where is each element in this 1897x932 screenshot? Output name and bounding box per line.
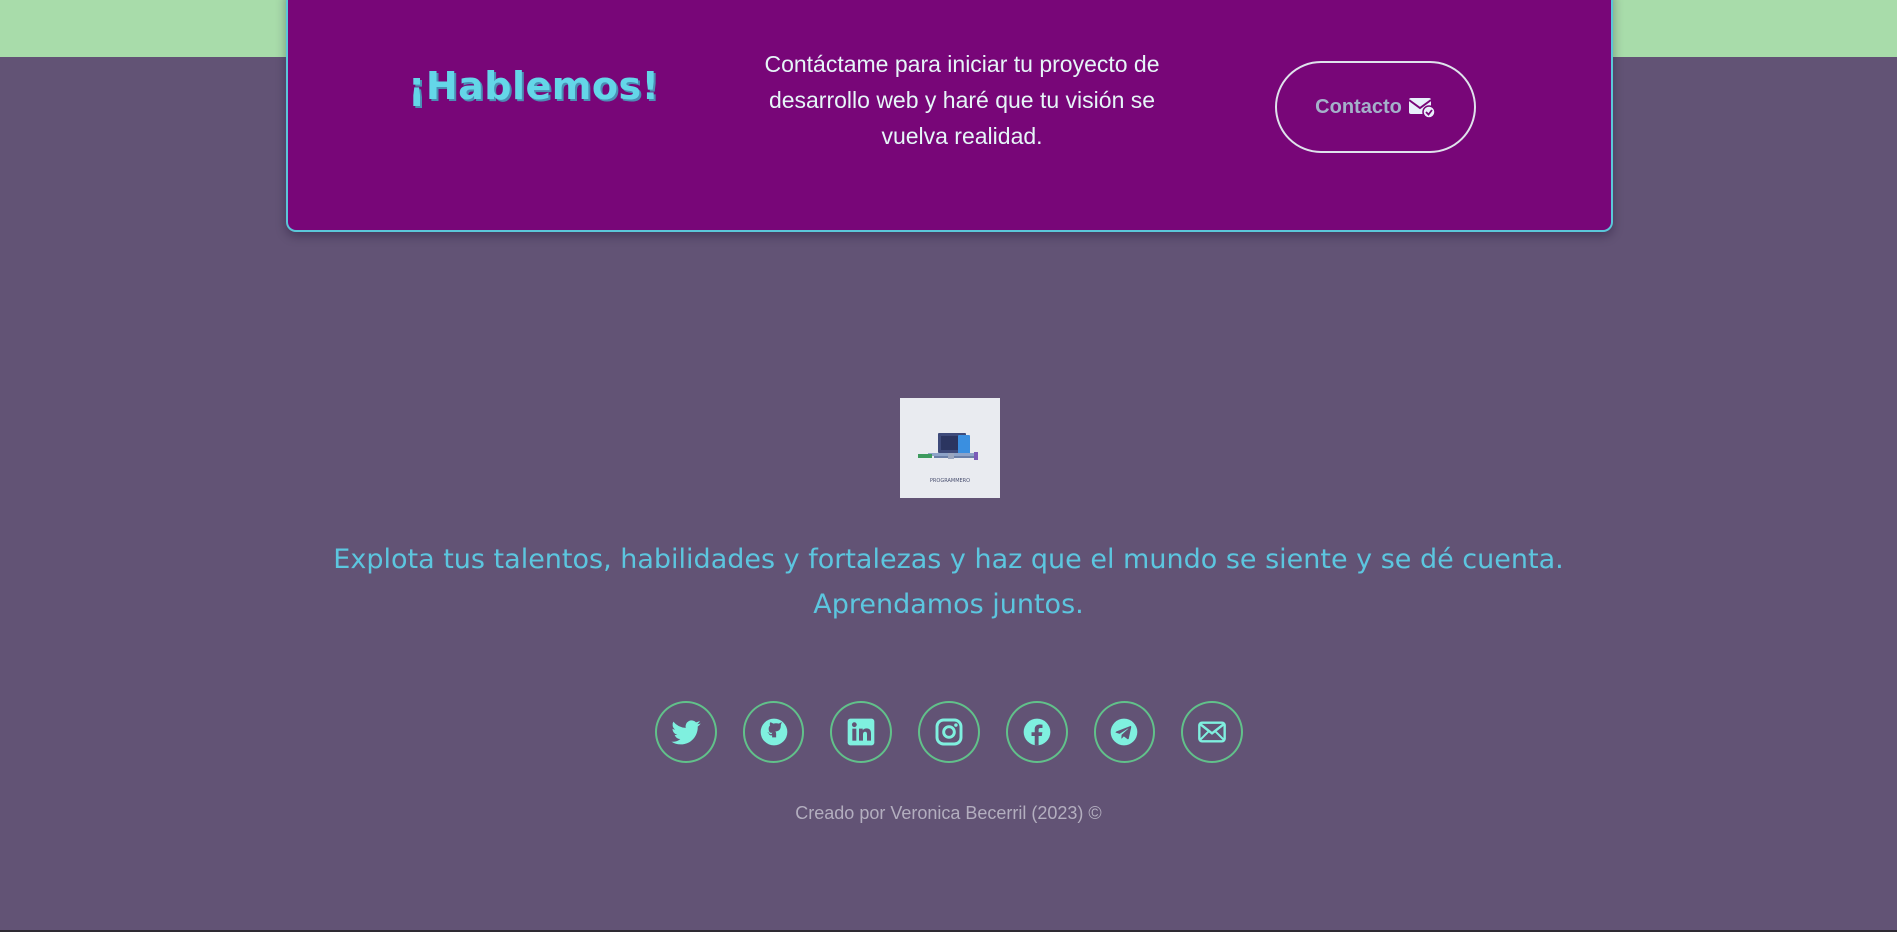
cta-title: ¡Hablemos! (408, 64, 660, 108)
tagline-line-1: Explota tus talentos, habilidades y fort… (333, 544, 1564, 575)
computer-illustration: PROGRAMMERO (900, 398, 1000, 498)
contact-cta-card: ¡Hablemos! Contáctame para iniciar tu pr… (286, 0, 1613, 232)
linkedin-icon (847, 718, 875, 746)
contact-button-label: Contacto (1315, 95, 1402, 118)
tagline: Explota tus talentos, habilidades y fort… (200, 537, 1697, 627)
cta-text: Contáctame para iniciar tu proyecto de d… (764, 51, 1160, 149)
email-link[interactable] (1181, 701, 1244, 763)
telegram-link[interactable] (1093, 701, 1156, 763)
footer-credits: Creado por Veronica Becerril (2023) © (795, 803, 1102, 823)
tagline-line-2: Aprendamos juntos. (813, 589, 1084, 620)
logo-caption: PROGRAMMERO (930, 478, 970, 484)
instagram-icon (935, 718, 963, 746)
telegram-icon (1111, 718, 1138, 746)
instagram-link[interactable] (918, 701, 980, 763)
facebook-link[interactable] (1005, 701, 1068, 763)
programmer-logo: PROGRAMMERO (900, 398, 1000, 498)
linkedin-link[interactable] (830, 701, 893, 763)
facebook-icon (1023, 718, 1051, 746)
twitter-link[interactable] (655, 701, 717, 763)
social-links (655, 701, 1244, 763)
github-link[interactable] (742, 701, 805, 763)
envelope-check-icon (1408, 98, 1436, 119)
contact-button[interactable]: Contacto (1275, 61, 1476, 153)
mail-icon (1198, 721, 1227, 743)
github-icon (760, 718, 787, 746)
twitter-icon (671, 720, 701, 745)
